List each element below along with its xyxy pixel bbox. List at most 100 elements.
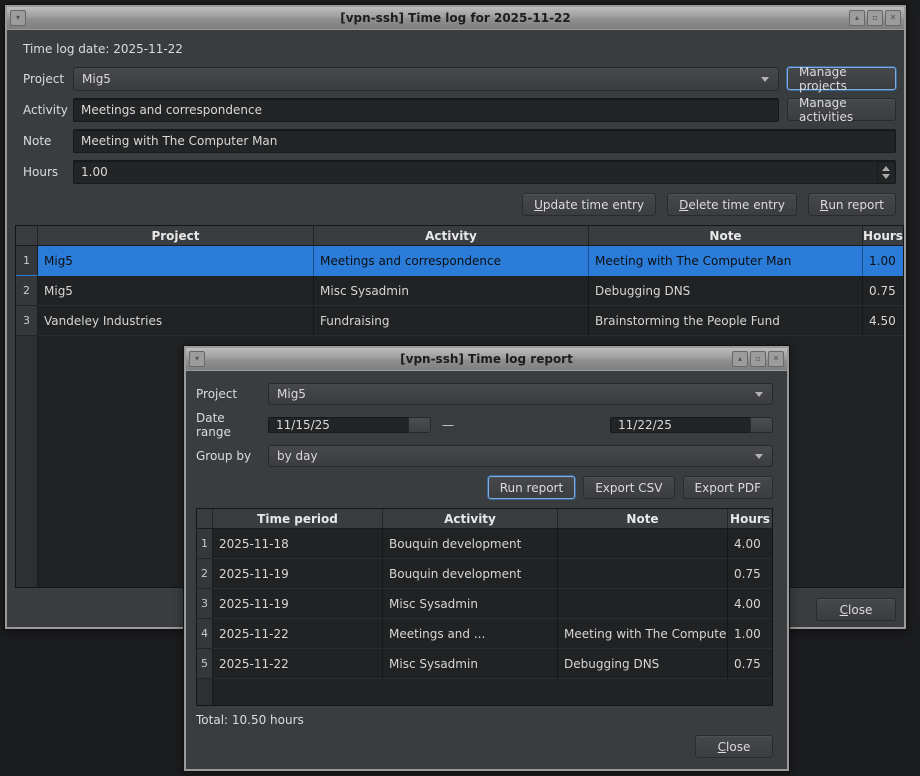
row-number: 4 — [197, 619, 213, 649]
header-time-period[interactable]: Time period — [213, 509, 383, 528]
cell-activity: Misc Sysadmin — [314, 276, 589, 306]
row-number: 2 — [16, 276, 38, 306]
table-header[interactable]: Project Activity Note Hours — [16, 226, 903, 246]
combo-arrow-icon — [755, 392, 763, 397]
cell-project: Mig5 — [38, 276, 314, 306]
cell-hours: 0.75 — [863, 276, 903, 306]
cell-period: 2025-11-18 — [213, 529, 383, 559]
main-titlebar[interactable]: ▾ [vpn-ssh] Time log for 2025-11-22 ▴ ▫ … — [7, 7, 904, 29]
table-row[interactable]: 2 Mig5 Misc Sysadmin Debugging DNS 0.75 — [16, 276, 903, 306]
hours-value: 1.00 — [81, 165, 108, 179]
cell-note: Debugging DNS — [558, 649, 728, 679]
cell-activity: Fundraising — [314, 306, 589, 336]
report-project-label: Project — [196, 383, 260, 405]
export-pdf-button[interactable]: Export PDF — [683, 476, 773, 499]
close-window-button[interactable]: ✕ — [768, 351, 784, 367]
manage-projects-button[interactable]: Manage projects — [787, 67, 896, 90]
date-to-value: 11/22/25 — [610, 417, 750, 433]
cell-period: 2025-11-22 — [213, 649, 383, 679]
spin-up-icon[interactable] — [882, 166, 890, 171]
row-number: 3 — [197, 589, 213, 619]
combo-arrow-icon — [761, 77, 769, 82]
activity-label: Activity — [23, 98, 65, 122]
activity-input[interactable]: Meetings and correspondence — [73, 98, 779, 122]
combo-arrow-icon — [755, 454, 763, 459]
close-button[interactable]: Close — [816, 598, 896, 621]
header-hours[interactable]: Hours — [728, 509, 772, 528]
cell-note: Meeting with The Computer... — [558, 619, 728, 649]
project-combobox[interactable]: Mig5 — [73, 67, 779, 91]
report-row[interactable]: 2 2025-11-19 Bouquin development 0.75 — [197, 559, 772, 589]
shade-button[interactable]: ▴ — [732, 351, 748, 367]
report-table-header[interactable]: Time period Activity Note Hours — [197, 509, 772, 529]
cell-hours: 0.75 — [728, 649, 772, 679]
calendar-dropdown-button[interactable] — [750, 417, 773, 433]
cell-activity: Meetings and correspondence — [314, 246, 589, 276]
cell-period: 2025-11-19 — [213, 589, 383, 619]
row-number: 2 — [197, 559, 213, 589]
header-project[interactable]: Project — [38, 226, 314, 245]
window-menu-icon[interactable]: ▾ — [189, 351, 205, 367]
header-activity[interactable]: Activity — [383, 509, 558, 528]
dialog-run-report-button[interactable]: Run report — [488, 476, 575, 499]
note-input[interactable]: Meeting with The Computer Man — [73, 129, 896, 153]
cell-project: Mig5 — [38, 246, 314, 276]
table-row[interactable]: 3 Vandeley Industries Fundraising Brains… — [16, 306, 903, 336]
cell-period: 2025-11-19 — [213, 559, 383, 589]
shade-button[interactable]: ▴ — [849, 10, 865, 26]
hours-label: Hours — [23, 160, 65, 184]
cell-period: 2025-11-22 — [213, 619, 383, 649]
corner-cell — [16, 226, 38, 245]
project-label: Project — [23, 67, 65, 91]
row-number: 5 — [197, 649, 213, 679]
dialog-titlebar[interactable]: ▾ [vpn-ssh] Time log report ▴ ▫ ✕ — [186, 348, 787, 370]
group-by-combobox[interactable]: by day — [268, 445, 773, 467]
table-row[interactable]: 1 Mig5 Meetings and correspondence Meeti… — [16, 246, 903, 276]
window-menu-icon[interactable]: ▾ — [10, 10, 26, 26]
cell-activity: Bouquin development — [383, 529, 558, 559]
cell-project: Vandeley Industries — [38, 306, 314, 336]
maximize-button[interactable]: ▫ — [750, 351, 766, 367]
cell-hours: 4.50 — [863, 306, 903, 336]
cell-activity: Bouquin development — [383, 559, 558, 589]
cell-note: Brainstorming the People Fund — [589, 306, 863, 336]
report-row[interactable]: 4 2025-11-22 Meetings and ... Meeting wi… — [197, 619, 772, 649]
run-report-button[interactable]: Run report — [808, 193, 896, 216]
cell-activity: Meetings and ... — [383, 619, 558, 649]
cell-hours: 1.00 — [728, 619, 772, 649]
date-range-separator: — — [442, 418, 454, 432]
export-csv-button[interactable]: Export CSV — [583, 476, 674, 499]
report-project-combobox[interactable]: Mig5 — [268, 383, 773, 405]
close-window-button[interactable]: ✕ — [885, 10, 901, 26]
report-row[interactable]: 3 2025-11-19 Misc Sysadmin 4.00 — [197, 589, 772, 619]
spin-down-icon[interactable] — [882, 174, 890, 179]
header-activity[interactable]: Activity — [314, 226, 589, 245]
project-value: Mig5 — [82, 72, 111, 86]
header-note[interactable]: Note — [589, 226, 863, 245]
note-label: Note — [23, 129, 65, 153]
main-window-title: [vpn-ssh] Time log for 2025-11-22 — [7, 11, 904, 25]
hours-spinbox[interactable]: 1.00 — [73, 160, 896, 184]
delete-time-entry-button[interactable]: Delete time entry — [667, 193, 797, 216]
spinner-buttons[interactable] — [877, 162, 894, 182]
header-note[interactable]: Note — [558, 509, 728, 528]
time-log-date-label: Time log date: 2025-11-22 — [17, 42, 896, 56]
cell-note: Meeting with The Computer Man — [589, 246, 863, 276]
maximize-button[interactable]: ▫ — [867, 10, 883, 26]
corner-cell — [197, 509, 213, 528]
report-row[interactable]: 1 2025-11-18 Bouquin development 4.00 — [197, 529, 772, 559]
cell-activity: Misc Sysadmin — [383, 589, 558, 619]
update-time-entry-button[interactable]: Update time entry — [522, 193, 656, 216]
dialog-close-button[interactable]: Close — [695, 735, 773, 758]
manage-activities-button[interactable]: Manage activities — [787, 98, 896, 121]
header-hours[interactable]: Hours — [863, 226, 903, 245]
report-row[interactable]: 5 2025-11-22 Misc Sysadmin Debugging DNS… — [197, 649, 772, 679]
report-table: Time period Activity Note Hours 1 2025-1… — [196, 508, 773, 706]
date-to-picker[interactable]: 11/22/25 — [610, 417, 773, 433]
cell-hours: 4.00 — [728, 589, 772, 619]
report-dialog: ▾ [vpn-ssh] Time log report ▴ ▫ ✕ Projec… — [183, 345, 790, 772]
note-value: Meeting with The Computer Man — [81, 134, 277, 148]
date-from-picker[interactable]: 11/15/25 — [268, 417, 431, 433]
group-by-label: Group by — [196, 445, 260, 467]
calendar-dropdown-button[interactable] — [408, 417, 431, 433]
